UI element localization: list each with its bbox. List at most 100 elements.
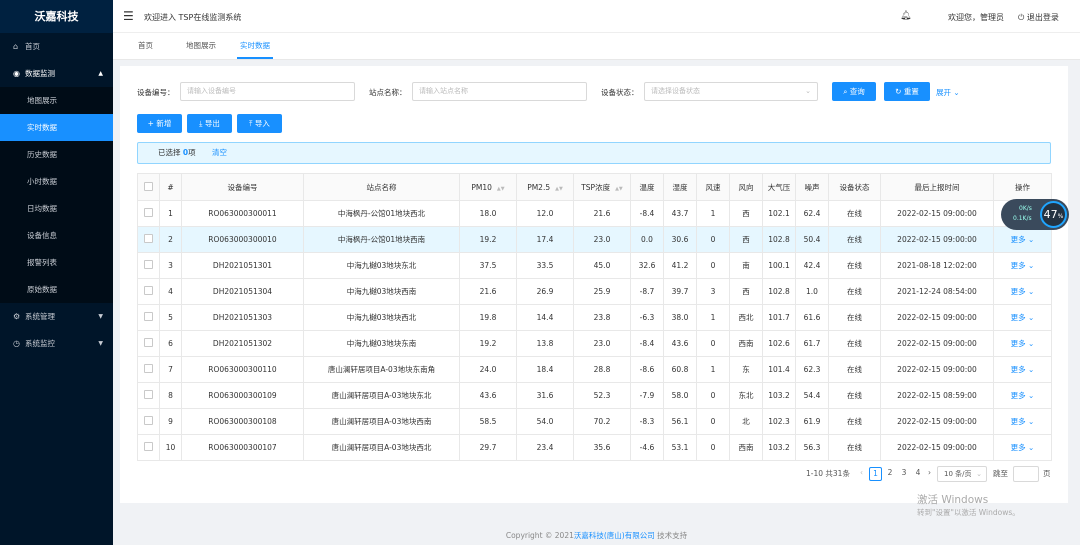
column-header: 操作 xyxy=(993,173,1052,201)
table-row[interactable]: 6 DH2021051302 中海九樾03地块东南 19.2 13.8 23.0 -8.4 4… xyxy=(137,330,1052,357)
sort-icon[interactable]: ▲▼ xyxy=(615,186,623,192)
more-actions-link[interactable]: 更多 ⌄ xyxy=(1011,339,1035,348)
table-body: 1 RO063000300011 中海枫丹-公馆01地块西北 18.0 12.0 21.6… xyxy=(137,200,1052,461)
prev-page-icon[interactable]: ‹ xyxy=(860,468,863,477)
more-actions-link[interactable]: 更多 ⌄ xyxy=(1011,235,1035,244)
station-input[interactable]: 请输入站点名称 xyxy=(412,82,587,101)
column-header-label: # xyxy=(167,182,174,192)
table-cell: 43.6 xyxy=(459,382,517,409)
row-checkbox[interactable] xyxy=(144,286,153,295)
clear-selection-link[interactable]: 清空 xyxy=(212,148,227,157)
sidebar-subitem-history[interactable]: 历史数据 xyxy=(0,141,113,168)
sidebar-item-sysmon[interactable]: ◷ 系统监控 ▼ xyxy=(0,330,113,357)
table-row[interactable]: 10 RO063000300107 唐山澜轩居项目A-03地块西北 29.7 23.4 3… xyxy=(137,434,1052,461)
selection-prefix: 已选择 xyxy=(158,148,183,157)
row-checkbox[interactable] xyxy=(144,338,153,347)
row-checkbox[interactable] xyxy=(144,442,153,451)
sidebar-subitem-device-info[interactable]: 设备信息 xyxy=(0,222,113,249)
tab-map[interactable]: 地图展示 xyxy=(186,33,216,59)
table-cell: 2022-02-15 08:59:00 xyxy=(880,382,994,409)
row-checkbox[interactable] xyxy=(144,208,153,217)
more-label: 更多 xyxy=(1010,339,1026,348)
table-row[interactable]: 1 RO063000300011 中海枫丹-公馆01地块西北 18.0 12.0 21.6… xyxy=(137,200,1052,227)
more-actions-link[interactable]: 更多 ⌄ xyxy=(1011,261,1035,270)
sidebar-subitem-realtime[interactable]: 实时数据 xyxy=(0,114,113,141)
table-cell: 13.8 xyxy=(516,330,574,357)
add-button[interactable]: + 新增 xyxy=(137,114,182,133)
next-page-icon[interactable]: › xyxy=(928,468,931,477)
column-header[interactable]: TSP浓度 ▲▼ xyxy=(573,173,631,201)
sort-icon[interactable]: ▲▼ xyxy=(555,186,563,192)
more-actions-link[interactable]: 更多 ⌄ xyxy=(1011,391,1035,400)
select-all-checkbox[interactable] xyxy=(144,181,153,191)
page-2[interactable]: 2 xyxy=(885,467,895,481)
table-cell: 23.8 xyxy=(573,304,631,331)
more-actions-link[interactable]: 更多 ⌄ xyxy=(1011,417,1035,426)
bell-icon[interactable]: 🔔︎ xyxy=(900,11,911,21)
sort-icon[interactable]: ▲▼ xyxy=(497,186,505,192)
row-checkbox[interactable] xyxy=(144,416,153,425)
sidebar-item-home[interactable]: ⌂ 首页 xyxy=(0,33,113,60)
more-actions-link[interactable]: 更多 ⌄ xyxy=(1011,287,1035,296)
table-row[interactable]: 4 DH2021051304 中海九樾03地块西南 21.6 26.9 25.9 -8.7 3… xyxy=(137,278,1052,305)
sidebar-subitem-map[interactable]: 地图展示 xyxy=(0,87,113,114)
sidebar-subitem-alarms[interactable]: 报警列表 xyxy=(0,249,113,276)
table-row[interactable]: 8 RO063000300109 唐山澜轩居项目A-03地块东北 43.6 31.6 52… xyxy=(137,382,1052,409)
page-1[interactable]: 1 xyxy=(869,467,882,481)
column-header-label: 温度 xyxy=(639,182,655,192)
tab-realtime[interactable]: 实时数据 xyxy=(237,33,273,59)
table-cell: 56.3 xyxy=(795,434,829,461)
sidebar-item-monitor[interactable]: ◉ 数据监测 ▲ xyxy=(0,60,113,87)
column-header-label: 大气压 xyxy=(767,182,791,192)
table-cell: 6 xyxy=(159,330,182,357)
status-select[interactable]: 请选择设备状态 ⌄ xyxy=(644,82,818,101)
network-speed-widget[interactable]: 0K/s 0.1K/s 47% xyxy=(1001,199,1069,230)
page-4[interactable]: 4 xyxy=(913,467,923,481)
footer-company-link[interactable]: 沃嘉科技(唐山)有限公司 xyxy=(574,531,655,540)
column-header[interactable]: PM10 ▲▼ xyxy=(459,173,517,201)
table-row[interactable]: 2 RO063000300010 中海枫丹-公馆01地块西南 19.2 17.4 23.0… xyxy=(137,226,1052,253)
table-cell: 32.6 xyxy=(630,252,664,279)
row-checkbox[interactable] xyxy=(144,234,153,243)
row-checkbox[interactable] xyxy=(144,312,153,321)
table-cell: -8.6 xyxy=(630,356,664,383)
row-checkbox-cell xyxy=(137,278,160,305)
row-checkbox[interactable] xyxy=(144,364,153,373)
more-actions-link[interactable]: 更多 ⌄ xyxy=(1011,443,1035,452)
more-actions-link[interactable]: 更多 ⌄ xyxy=(1011,365,1035,374)
logout-button[interactable]: ⏻ 退出登录 xyxy=(1018,12,1059,23)
table-cell: 1 xyxy=(696,356,730,383)
goto-input[interactable] xyxy=(1013,466,1039,482)
row-checkbox[interactable] xyxy=(144,390,153,399)
chevron-down-icon: ⌄ xyxy=(1025,235,1035,244)
export-button[interactable]: ⤓ 导出 xyxy=(187,114,232,133)
tab-home[interactable]: 首页 xyxy=(138,33,153,59)
table-row[interactable]: 5 DH2021051303 中海九樾03地块西北 19.8 14.4 23.8 -6.3 3… xyxy=(137,304,1052,331)
table-cell: 102.3 xyxy=(762,408,796,435)
reset-label: 重置 xyxy=(903,87,919,96)
page-3[interactable]: 3 xyxy=(899,467,909,481)
table-cell: 10 xyxy=(159,434,182,461)
row-checkbox[interactable] xyxy=(144,260,153,269)
table-row[interactable]: 3 DH2021051301 中海九樾03地块东北 37.5 33.5 45.0 32.6 4… xyxy=(137,252,1052,279)
menu-toggle-icon[interactable]: ☰ xyxy=(123,9,134,23)
page-size-select[interactable]: 10 条/页 ⌄ xyxy=(937,466,987,482)
sidebar-subitem-daily[interactable]: 日均数据 xyxy=(0,195,113,222)
import-button[interactable]: ⤒ 导入 xyxy=(237,114,282,133)
table-cell: 37.5 xyxy=(459,252,517,279)
reset-button[interactable]: ↻ 重置 xyxy=(884,82,930,101)
sidebar-item-system[interactable]: ⚙ 系统管理 ▼ xyxy=(0,303,113,330)
table-row[interactable]: 7 RO063000300110 唐山澜轩居项目A-03地块东南角 24.0 18.4 2… xyxy=(137,356,1052,383)
column-header[interactable]: PM2.5 ▲▼ xyxy=(516,173,574,201)
sidebar-subitem-raw[interactable]: 原始数据 xyxy=(0,276,113,303)
table-row[interactable]: 9 RO063000300108 唐山澜轩居项目A-03地块西南 58.5 54.0 70… xyxy=(137,408,1052,435)
expand-link[interactable]: 展开 ⌄ xyxy=(936,87,960,98)
refresh-icon: ↻ xyxy=(895,87,904,96)
footer: Copyright © 2021沃嘉科技(唐山)有限公司 技术支持 xyxy=(113,530,1080,541)
table-cell: 23.4 xyxy=(516,434,574,461)
more-actions-link[interactable]: 更多 ⌄ xyxy=(1011,313,1035,322)
device-input[interactable]: 请输入设备编号 xyxy=(180,82,355,101)
sidebar-subitem-hourly[interactable]: 小时数据 xyxy=(0,168,113,195)
search-button[interactable]: ⌕ 查询 xyxy=(832,82,876,101)
import-label: 导入 xyxy=(254,119,270,128)
